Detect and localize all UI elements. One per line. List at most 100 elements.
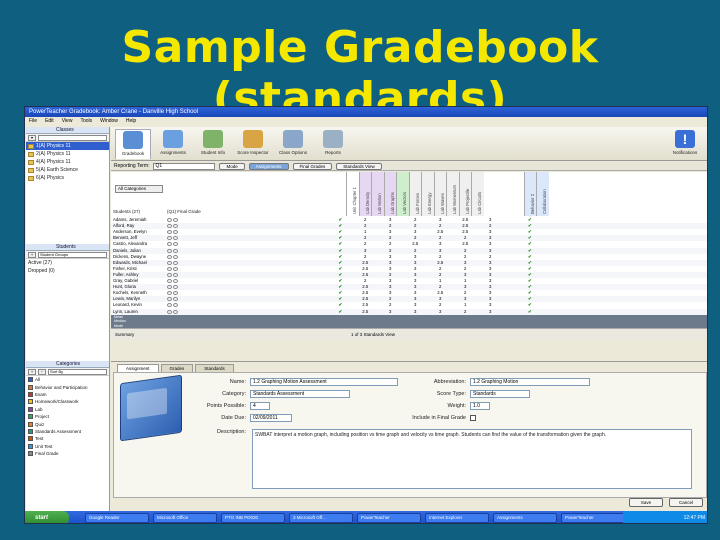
student-name[interactable]: Gray, Gabriel	[113, 278, 167, 284]
score-cell[interactable]: 2	[459, 235, 472, 241]
add-button[interactable]: +	[28, 252, 36, 258]
score-cell[interactable]: ✔	[334, 223, 347, 229]
student-name[interactable]: Bennett, Jeff	[113, 235, 167, 241]
student-alert-icon[interactable]	[173, 303, 178, 308]
score-cell[interactable]: 2.5	[359, 284, 372, 290]
abbreviation-field[interactable]: 1.2 Graphing Motion	[470, 378, 590, 386]
score-cell[interactable]: 3	[434, 309, 447, 315]
menu-edit[interactable]: Edit	[45, 117, 54, 125]
taskbar-item[interactable]: Microsoft Office	[153, 513, 217, 523]
score-cell[interactable]: ✔	[334, 229, 347, 235]
score-cell[interactable]: 3	[384, 278, 397, 284]
student-group-item[interactable]: Dropped (0)	[26, 267, 109, 275]
score-cell[interactable]: 3	[384, 290, 397, 296]
assignment-column-header[interactable]: Lab Projectile	[458, 172, 471, 216]
class-item[interactable]: 1(A) Physics 11	[26, 142, 109, 150]
score-cell[interactable]: 2	[459, 248, 472, 254]
menu-tools[interactable]: Tools	[80, 117, 92, 125]
summary-label[interactable]: Summary	[115, 332, 134, 337]
score-cell[interactable]: ✔	[334, 309, 347, 315]
score-cell[interactable]: 3	[409, 284, 422, 290]
name-field[interactable]: 1.2 Graphing Motion Assessment	[250, 378, 398, 386]
student-name[interactable]: Hunt, Gloria	[113, 284, 167, 290]
score-cell[interactable]: ✔	[334, 284, 347, 290]
score-cell[interactable]: 2	[359, 223, 372, 229]
score-cell[interactable]: 2	[384, 302, 397, 308]
score-cell[interactable]: 1	[459, 278, 472, 284]
student-alert-icon[interactable]	[173, 248, 178, 253]
score-cell[interactable]: 1	[459, 302, 472, 308]
score-cell[interactable]: 3	[484, 272, 497, 278]
assignment-column-header[interactable]: Lab Momentum	[446, 172, 459, 216]
score-cell[interactable]: 2.5	[459, 223, 472, 229]
student-info-icon[interactable]	[167, 254, 172, 259]
score-cell[interactable]: 3	[484, 296, 497, 302]
student-group-select[interactable]: Student Groups	[38, 252, 107, 258]
category-item[interactable]: Project	[26, 413, 109, 420]
score-cell[interactable]: 2.5	[359, 296, 372, 302]
score-cell[interactable]: 2.5	[459, 217, 472, 223]
student-column-header[interactable]: Students (27)	[113, 208, 140, 216]
score-cell[interactable]: 2	[434, 266, 447, 272]
score-cell[interactable]: 3	[459, 260, 472, 266]
score-cell[interactable]: ✔	[334, 266, 347, 272]
score-cell[interactable]: 3	[409, 309, 422, 315]
score-cell[interactable]: 3	[384, 266, 397, 272]
student-alert-icon[interactable]	[173, 309, 178, 314]
score-cell[interactable]: 3	[484, 290, 497, 296]
score-cell[interactable]: 3	[484, 302, 497, 308]
student-alert-icon[interactable]	[173, 272, 178, 277]
student-info-icon[interactable]	[167, 297, 172, 302]
student-info-icon[interactable]	[167, 236, 172, 241]
student-name[interactable]: Lewis, Marilyn	[113, 296, 167, 302]
score-cell[interactable]: 3	[484, 278, 497, 284]
taskbar-item[interactable]: Assignments	[493, 513, 557, 523]
score-cell[interactable]: 3	[384, 309, 397, 315]
taskbar-item[interactable]: Internet Explorer	[425, 513, 489, 523]
score-cell[interactable]: 3	[484, 309, 497, 315]
score-cell[interactable]: 2	[384, 248, 397, 254]
student-alert-icon[interactable]	[173, 285, 178, 290]
student-name[interactable]: Fuller, Ashley	[113, 272, 167, 278]
score-cell[interactable]: 3	[459, 296, 472, 302]
student-alert-icon[interactable]	[173, 230, 178, 235]
score-cell[interactable]: 2.5	[434, 229, 447, 235]
score-cell[interactable]: 2.5	[459, 229, 472, 235]
score-cell[interactable]: 3	[409, 229, 422, 235]
score-cell[interactable]: 2	[484, 223, 497, 229]
category-item[interactable]: Unit Test	[26, 443, 109, 450]
score-cell[interactable]: ✔	[334, 290, 347, 296]
class-item[interactable]: 2(A) Physics 11	[26, 150, 109, 158]
class-filter-select[interactable]	[38, 135, 107, 141]
student-name[interactable]: Lynn, Lauren	[113, 309, 167, 315]
score-cell[interactable]: 2.5	[359, 309, 372, 315]
score-cell[interactable]: 3	[409, 260, 422, 266]
assignment-column-header[interactable]: Unit Chapter 1	[346, 172, 359, 216]
score-cell[interactable]: 2	[434, 235, 447, 241]
score-cell[interactable]: 3	[484, 229, 497, 235]
score-cell[interactable]: 2	[434, 302, 447, 308]
score-cell[interactable]: 2	[384, 235, 397, 241]
add-category-button[interactable]: +	[28, 369, 36, 375]
student-info-icon[interactable]	[167, 230, 172, 235]
grade-column-header[interactable]: (Q1) Final Grade	[167, 208, 201, 216]
score-cell[interactable]: ✔	[334, 241, 347, 247]
standards-view-button[interactable]: Standards View	[336, 162, 382, 170]
assignment-column-header[interactable]: Behavior 2	[523, 172, 536, 216]
menu-view[interactable]: View	[62, 117, 73, 125]
score-cell[interactable]: 3	[459, 272, 472, 278]
score-cell[interactable]: 2	[384, 223, 397, 229]
score-cell[interactable]: 3	[484, 260, 497, 266]
student-name[interactable]: Kochels, Kenneth	[113, 290, 167, 296]
score-cell[interactable]: 2	[434, 254, 447, 260]
student-name[interactable]: Alford, Ray	[113, 223, 167, 229]
score-cell[interactable]: 3	[384, 284, 397, 290]
student-info-icon[interactable]	[167, 266, 172, 271]
cancel-button[interactable]: Cancel	[669, 498, 703, 507]
due-date-field[interactable]: 02/09/2011	[250, 414, 292, 422]
score-cell[interactable]: 3	[409, 278, 422, 284]
category-item[interactable]: Quiz	[26, 420, 109, 427]
assignment-column-header[interactable]: Collaboration	[536, 172, 549, 216]
save-button[interactable]: Save	[629, 498, 663, 507]
points-field[interactable]: 4	[250, 402, 270, 410]
